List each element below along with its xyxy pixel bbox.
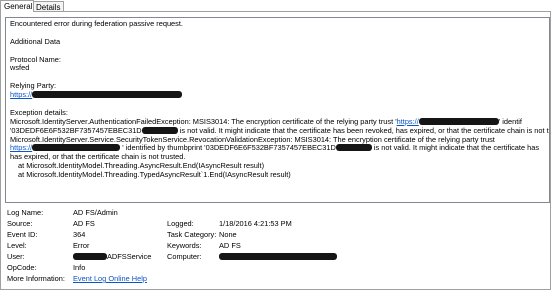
redaction-mark (32, 91, 183, 99)
keywords-label: Keywords: (167, 241, 202, 250)
opcode-value: Info (73, 263, 86, 272)
exception-text: '03DEDF6E6F532BF7357457EBEC31D (10, 125, 142, 135)
source-label: Source: (7, 219, 33, 228)
exception-text: Microsoft.IdentityServer.AuthenticationF… (10, 116, 397, 126)
exception-text: ' identified by thumbprint '03DEDF6E6F53… (122, 143, 336, 153)
keywords-value: AD FS (219, 241, 241, 250)
exception-link[interactable]: https:// (10, 143, 32, 153)
log-name-label: Log Name: (7, 208, 44, 217)
protocol-name-label: Protocol Name: (10, 54, 61, 64)
redaction-mark (73, 253, 107, 260)
logged-label: Logged: (167, 219, 194, 228)
level-value: Error (73, 241, 90, 250)
log-name-value: AD FS/Admin (73, 208, 118, 217)
task-category-label: Task Category: (167, 230, 217, 239)
event-id-value: 364 (73, 230, 86, 239)
redaction-mark (219, 253, 337, 260)
task-category-value: None (219, 230, 237, 239)
event-id-label: Event ID: (7, 230, 38, 239)
more-information-label: More Information: (7, 274, 65, 283)
opcode-label: OpCode: (7, 263, 37, 272)
relying-party-link[interactable]: https:// (10, 90, 32, 99)
event-log-online-help-link[interactable]: Event Log Online Help (73, 274, 147, 284)
exception-text: ' identif (498, 116, 522, 126)
exception-text: is not valid. It might indicate that the… (179, 125, 550, 135)
exception-link[interactable]: https:// (397, 117, 419, 126)
computer-value (219, 252, 337, 262)
redaction-mark (335, 144, 372, 152)
additional-data-heading: Additional Data (10, 36, 61, 46)
logged-value: 1/18/2016 4:21:53 PM (219, 219, 292, 228)
event-properties: Log Name: AD FS/Admin Source: AD FS Logg… (7, 208, 547, 288)
user-value-text: ADFSService (107, 252, 152, 261)
description-line: Encountered error during federation pass… (10, 19, 183, 28)
general-panel: Encountered error during federation pass… (0, 11, 551, 290)
level-label: Level: (7, 241, 27, 250)
relying-party-label: Relying Party: (10, 81, 57, 91)
source-value: AD FS (73, 219, 95, 228)
computer-label: Computer: (167, 252, 202, 261)
event-description-text: Encountered error during federation pass… (10, 19, 550, 180)
redaction-mark (141, 126, 178, 134)
user-value: ADFSService (73, 252, 151, 262)
event-description-box[interactable]: Encountered error during federation pass… (5, 17, 550, 203)
redaction-mark (418, 117, 499, 125)
redaction-mark (32, 144, 121, 152)
tab-general[interactable]: General (0, 0, 34, 12)
stack-trace-line: at Microsoft.IdentityModel.Threading.Typ… (18, 170, 291, 180)
user-label: User: (7, 252, 25, 261)
relying-party-value: https:// (10, 90, 549, 100)
exception-text: is not valid. It might indicate that the… (373, 143, 540, 153)
protocol-name-value: wsfed (10, 63, 30, 73)
